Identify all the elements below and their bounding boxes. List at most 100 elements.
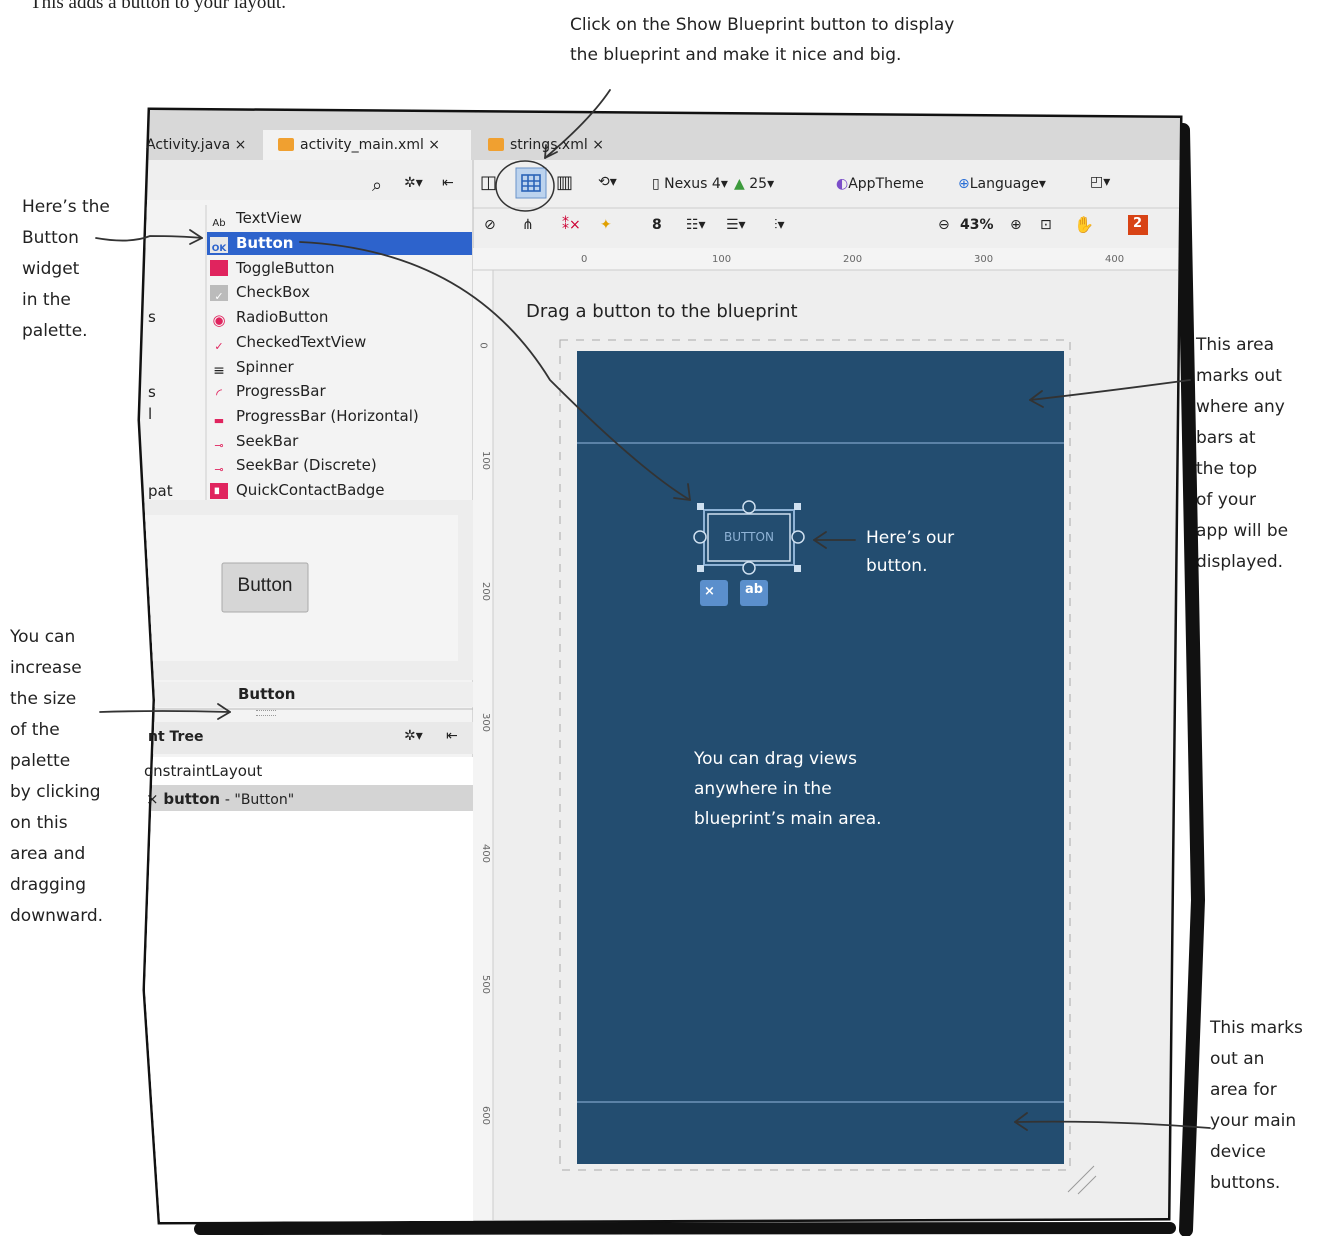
- device-select[interactable]: ▯ Nexus 4▾: [652, 176, 728, 192]
- ruler-h-tick: 0: [581, 254, 588, 265]
- tree-row-button[interactable]: × button - "Button": [146, 790, 294, 808]
- zoom-in-icon[interactable]: ⊕: [1010, 217, 1022, 233]
- api-select[interactable]: ▲ 25▾: [734, 176, 774, 192]
- design-view-icon[interactable]: ◫: [480, 172, 497, 193]
- orientation-icon[interactable]: ⟲▾: [598, 174, 617, 190]
- tree-gear-icon[interactable]: ✲▾: [404, 728, 423, 744]
- ruler-v-tick: 200: [480, 581, 492, 602]
- tree-row-constraintlayout[interactable]: onstraintLayout: [144, 762, 262, 780]
- progress-horizontal-icon: ▬: [213, 414, 225, 427]
- pack-icon[interactable]: ☷▾: [686, 217, 706, 233]
- palette-item-seekbar[interactable]: ⊸ SeekBar: [210, 429, 472, 453]
- palette-category-fragment[interactable]: s: [148, 380, 168, 404]
- textview-icon: Ab: [212, 218, 226, 229]
- ruler-v-tick: 100: [480, 450, 492, 471]
- default-margin[interactable]: 8: [652, 217, 662, 233]
- toggle-icon: [210, 260, 228, 276]
- show-blueprint-button[interactable]: [515, 167, 547, 199]
- palette-item-label: ProgressBar (Horizontal): [236, 407, 419, 425]
- arrow-resize: [99, 710, 231, 713]
- palette-item-progressbar-horizontal[interactable]: ▬ ProgressBar (Horizontal): [210, 404, 472, 428]
- pan-icon[interactable]: ✋: [1074, 215, 1094, 234]
- show-constraints-icon[interactable]: ⊘: [484, 217, 496, 233]
- palette-item-progressbar[interactable]: ◜ ProgressBar: [210, 379, 472, 403]
- zoom-out-icon[interactable]: ⊖: [938, 217, 950, 233]
- ruler-v-tick: 600: [480, 1105, 492, 1126]
- error-count[interactable]: 2: [1133, 216, 1142, 231]
- palette-item-button[interactable]: OK Button: [210, 231, 472, 255]
- clear-all-constraints-icon[interactable]: ⁑×: [562, 217, 581, 233]
- palette-item-spinner[interactable]: ≡ Spinner: [210, 355, 472, 379]
- zoom-fit-icon[interactable]: ⊡: [1040, 217, 1052, 233]
- blueprint-button-label: BUTTON: [724, 530, 774, 544]
- guidelines-icon[interactable]: ⫶▾: [774, 217, 785, 233]
- tab-strings[interactable]: strings.xml ×: [510, 131, 604, 159]
- baseline-glyph: ab: [745, 582, 764, 597]
- palette-item-label: SeekBar (Discrete): [236, 456, 377, 474]
- palette-item-label: RadioButton: [236, 308, 329, 326]
- ruler-h-tick: 300: [974, 254, 994, 265]
- language-label: Language: [969, 176, 1039, 192]
- drag-views-note: You can drag views anywhere in the bluep…: [694, 749, 882, 829]
- infer-constraints-icon[interactable]: ✦: [600, 217, 612, 233]
- spinner-icon: ≡: [213, 363, 225, 379]
- device-label: Nexus 4: [664, 176, 721, 192]
- xml-icon: [278, 138, 294, 151]
- palette-item-checkbox[interactable]: ✓ CheckBox: [210, 280, 472, 304]
- palette-item-seekbar-discrete[interactable]: ⊸ SeekBar (Discrete): [210, 453, 472, 477]
- palette-item-togglebutton[interactable]: ToggleButton: [210, 256, 472, 280]
- collapse-icon[interactable]: ⇤: [442, 175, 454, 191]
- contact-badge-icon: ▘: [210, 483, 228, 501]
- align-icon[interactable]: ☰▾: [726, 217, 746, 233]
- tree-button-id: button: [163, 790, 221, 808]
- palette-item-textview[interactable]: Ab TextView: [210, 206, 472, 230]
- component-tree-title: nt Tree: [148, 729, 204, 745]
- our-button-note: Here’s our button.: [866, 528, 955, 576]
- gear-icon[interactable]: ✲▾: [404, 175, 423, 191]
- tab-activity-main[interactable]: activity_main.xml ×: [300, 131, 440, 159]
- tab-activity-java[interactable]: Activity.java ×: [146, 131, 246, 159]
- resize-handle[interactable]: [256, 710, 276, 716]
- tree-collapse-icon[interactable]: ⇤: [446, 728, 458, 744]
- preview-widget-name: Button: [238, 685, 296, 703]
- clear-constraints-glyph: ×: [704, 584, 715, 599]
- seekbar-icon: ⊸: [214, 439, 224, 452]
- palette-category-fragment[interactable]: l: [148, 402, 168, 426]
- palette-item-label: ToggleButton: [236, 259, 335, 277]
- palette-item-label: SeekBar: [236, 432, 299, 450]
- api-label: 25: [749, 176, 768, 192]
- button-icon: OK: [210, 237, 228, 254]
- design-heading: Drag a button to the blueprint: [526, 301, 798, 322]
- zoom-level: 43%: [960, 217, 994, 233]
- palette-item-label: CheckedTextView: [236, 333, 367, 351]
- theme-select[interactable]: ◐AppTheme: [836, 176, 924, 192]
- palette-item-radiobutton[interactable]: ◉ RadioButton: [210, 305, 472, 329]
- preview-button-label: Button: [237, 575, 293, 596]
- language-select[interactable]: ⊕Language▾: [958, 176, 1046, 192]
- ruler-v-tick: 0: [477, 342, 489, 349]
- ruler-v-tick: 500: [480, 974, 492, 995]
- ruler-v-tick: 400: [480, 843, 492, 864]
- palette-item-checkedtextview[interactable]: ✓ CheckedTextView: [210, 330, 472, 354]
- split-view-icon[interactable]: ▥: [556, 172, 573, 193]
- autoconnect-icon[interactable]: ⋔: [522, 217, 534, 233]
- android-icon: ▲: [734, 176, 745, 192]
- palette-item-label: CheckBox: [236, 283, 311, 301]
- progress-icon: ◜: [216, 385, 222, 403]
- frame-shadow-right: [1176, 123, 1206, 1236]
- palette-category-fragment[interactable]: pat: [148, 479, 188, 503]
- theme-label: AppTheme: [848, 176, 924, 192]
- palette-item-quickcontactbadge[interactable]: ▘ QuickContactBadge: [210, 478, 472, 502]
- ruler-h-tick: 400: [1105, 254, 1125, 265]
- frame-shadow-bottom: [194, 1222, 1176, 1235]
- palette-item-label: TextView: [236, 209, 302, 227]
- palette-category-fragment[interactable]: s: [148, 305, 168, 329]
- palette-item-label: QuickContactBadge: [236, 481, 385, 499]
- layout-variants-icon[interactable]: ◰▾: [1090, 174, 1110, 190]
- checked-text-icon: ✓: [214, 340, 224, 353]
- palette-item-label: ProgressBar: [236, 382, 326, 400]
- radio-icon: ◉: [212, 311, 226, 329]
- search-icon[interactable]: ⌕: [372, 175, 382, 196]
- checkbox-icon: ✓: [210, 285, 228, 303]
- ruler-h-tick: 100: [712, 254, 732, 265]
